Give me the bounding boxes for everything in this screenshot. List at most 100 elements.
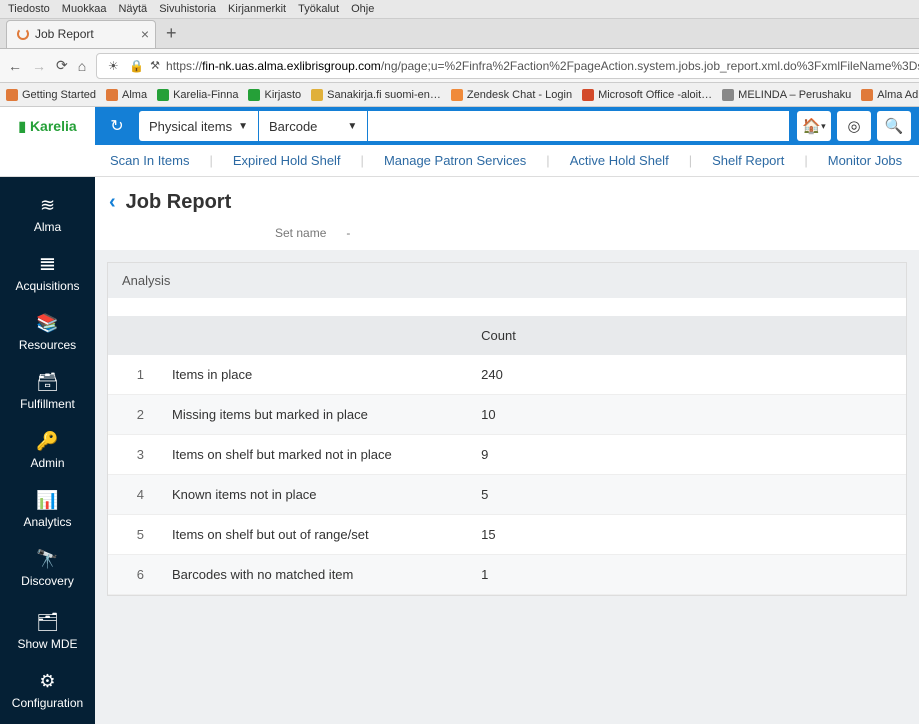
row-count: 9 — [467, 435, 906, 475]
home-menu-button[interactable]: 🏠▾ — [797, 111, 831, 141]
quick-link[interactable]: Manage Patron Services — [384, 153, 526, 168]
sidebar-label: Resources — [19, 338, 76, 352]
sidebar-item-show mde[interactable]: 🗂 Show MDE — [0, 602, 95, 661]
table-row: 1 Items in place 240 — [108, 355, 906, 395]
bookmark-item[interactable]: Microsoft Office -aloit… — [582, 89, 712, 101]
sidebar-icon: 🔭 — [15, 549, 79, 570]
table-row: 5 Items on shelf but out of range/set 15 — [108, 515, 906, 555]
bookmark-item[interactable]: Alma — [106, 89, 147, 101]
os-menu-item[interactable]: Työkalut — [298, 3, 339, 15]
bookmark-favicon — [6, 89, 18, 101]
os-menu-item[interactable]: Tiedosto — [8, 3, 50, 15]
table-row: 6 Barcodes with no matched item 1 — [108, 555, 906, 595]
lock-icon: 🔒 — [129, 59, 144, 73]
quick-link[interactable]: Monitor Jobs — [828, 153, 902, 168]
col-header-count: Count — [467, 316, 906, 355]
search-scope-primary[interactable]: Physical items▼ — [139, 111, 258, 141]
bookmark-item[interactable]: Zendesk Chat - Login — [451, 89, 572, 101]
sidebar-icon: ⚙ — [0, 671, 95, 692]
sidebar-item-resources[interactable]: 📚 Resources — [15, 303, 79, 362]
os-menu-item[interactable]: Ohje — [351, 3, 374, 15]
sidebar-label: Analytics — [23, 515, 71, 529]
sidebar-item-acquisitions[interactable]: 𝌆 Acquisitions — [15, 244, 79, 303]
row-label: Items in place — [158, 355, 467, 395]
bookmark-favicon — [582, 89, 594, 101]
search-input[interactable] — [368, 111, 789, 141]
sidebar-icon: 📚 — [15, 313, 79, 334]
bookmark-item[interactable]: Kirjasto — [248, 89, 301, 101]
browser-tab[interactable]: Job Report × — [6, 20, 156, 48]
sidebar-icon: ≋ — [15, 195, 79, 216]
url-text: https://fin-nk.uas.alma.exlibrisgroup.co… — [166, 59, 919, 73]
sidebar-label: Discovery — [21, 574, 74, 588]
bookmark-favicon — [248, 89, 260, 101]
home-button[interactable]: ⌂ — [78, 56, 86, 76]
row-count: 1 — [467, 555, 906, 595]
row-label: Items on shelf but marked not in place — [158, 435, 467, 475]
os-menu-item[interactable]: Sivuhistoria — [159, 3, 216, 15]
bookmark-item[interactable]: Sanakirja.fi suomi-en… — [311, 89, 441, 101]
quick-link[interactable]: Active Hold Shelf — [570, 153, 669, 168]
tracking-icon: ⚒ — [150, 59, 160, 72]
sidebar-label: Show MDE — [17, 637, 77, 651]
bookmark-bar: Getting Started Alma Karelia-Finna Kirja… — [0, 83, 919, 107]
sidebar-item-fulfillment[interactable]: 🗃 Fulfillment — [15, 362, 79, 421]
new-tab-button[interactable]: + — [166, 23, 177, 44]
sidebar-item-configuration[interactable]: ⚙ Configuration — [0, 661, 95, 720]
sidebar-label: Fulfillment — [20, 397, 75, 411]
sidebar-item-alma[interactable]: ≋ Alma — [15, 185, 79, 244]
quick-link[interactable]: Scan In Items — [110, 153, 189, 168]
row-index: 4 — [108, 475, 158, 515]
forward-button[interactable]: → — [32, 56, 46, 76]
bookmark-item[interactable]: MELINDA – Perushaku — [722, 89, 851, 101]
bookmark-item[interactable]: Alma Administration … — [861, 89, 919, 101]
row-label: Items on shelf but out of range/set — [158, 515, 467, 555]
search-icon-button[interactable]: 🔍 — [877, 111, 911, 141]
os-menu-item[interactable]: Muokkaa — [62, 3, 107, 15]
row-index: 3 — [108, 435, 158, 475]
sidebar-icon: 🗂 — [0, 612, 95, 633]
sidebar-icon: 📊 — [15, 490, 79, 511]
table-row: 2 Missing items but marked in place 10 — [108, 395, 906, 435]
bookmark-favicon — [451, 89, 463, 101]
col-header-index — [108, 316, 158, 355]
quick-link[interactable]: Shelf Report — [712, 153, 784, 168]
os-menu-item[interactable]: Näytä — [118, 3, 147, 15]
col-header-label — [158, 316, 467, 355]
analysis-table: Count 1 Items in place 240 2 Missing ite… — [108, 316, 906, 595]
os-menu-bar: Tiedosto Muokkaa Näytä Sivuhistoria Kirjanme… — [0, 0, 919, 19]
page-header: ‹ Job Report — [95, 177, 919, 222]
browser-tab-bar: Job Report × + — [0, 19, 919, 49]
sidebar-item-admin[interactable]: 🔑 Admin — [15, 421, 79, 480]
row-count: 15 — [467, 515, 906, 555]
row-index: 5 — [108, 515, 158, 555]
sidebar-item-analytics[interactable]: 📊 Analytics — [15, 480, 79, 539]
row-label: Missing items but marked in place — [158, 395, 467, 435]
persistent-search-button[interactable]: ↻ — [95, 111, 139, 141]
bookmark-item[interactable]: Karelia-Finna — [157, 89, 238, 101]
brand-logo[interactable]: ▮ Karelia — [0, 107, 95, 145]
row-label: Known items not in place — [158, 475, 467, 515]
app-top-bar: ▮ Karelia ↻ Physical items▼ Barcode▼ 🏠▾ … — [0, 107, 919, 145]
reload-button[interactable]: ⟳ — [56, 56, 68, 76]
close-icon[interactable]: × — [141, 26, 149, 42]
bookmark-item[interactable]: Getting Started — [6, 89, 96, 101]
address-bar[interactable]: ☀ 🔒 ⚒ https://fin-nk.uas.alma.exlibrisgr… — [96, 53, 919, 79]
table-row: 3 Items on shelf but marked not in place… — [108, 435, 906, 475]
back-chevron-icon[interactable]: ‹ — [109, 191, 116, 214]
row-count: 5 — [467, 475, 906, 515]
analysis-panel: Analysis Count 1 Items in place 240 2 Mi… — [107, 262, 907, 596]
sidebar-icon: 🔑 — [15, 431, 79, 452]
search-scope-secondary[interactable]: Barcode▼ — [259, 111, 367, 141]
rfid-button[interactable]: ◎ — [837, 111, 871, 141]
quick-link[interactable]: Expired Hold Shelf — [233, 153, 341, 168]
os-menu-item[interactable]: Kirjanmerkit — [228, 3, 286, 15]
content-area: ‹ Job Report Set name - Analysis Count 1… — [95, 177, 919, 724]
sidebar-item-discovery[interactable]: 🔭 Discovery — [15, 539, 79, 598]
back-button[interactable]: ← — [8, 56, 22, 76]
row-index: 6 — [108, 555, 158, 595]
sidebar-label: Admin — [30, 456, 64, 470]
shield-icon: ☀ — [103, 56, 123, 76]
row-index: 1 — [108, 355, 158, 395]
sidebar-icon: 𝌆 — [15, 254, 79, 275]
